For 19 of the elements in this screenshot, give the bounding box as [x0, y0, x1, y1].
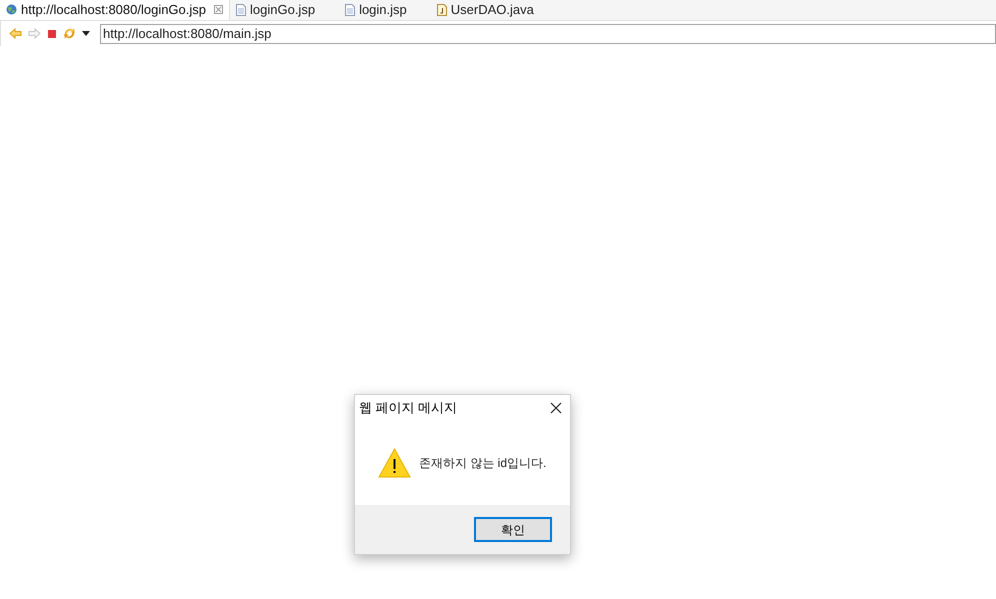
back-icon[interactable]	[9, 28, 22, 39]
editor-tab[interactable]: http://localhost:8080/loginGo.jsp	[0, 0, 230, 20]
editor-tab[interactable]: loginGo.jsp	[230, 0, 322, 20]
ok-button[interactable]: 확인	[474, 517, 552, 542]
dialog-title: 웹 페이지 메시지	[359, 399, 458, 418]
stop-icon[interactable]	[47, 28, 57, 38]
close-icon[interactable]	[550, 402, 562, 414]
warning-icon	[378, 448, 411, 478]
java-file-icon	[436, 4, 447, 16]
dialog-message: 존재하지 않는 id입니다.	[419, 455, 546, 472]
address-field[interactable]: http://localhost:8080/main.jsp	[100, 24, 996, 44]
refresh-icon[interactable]	[63, 27, 76, 40]
dropdown-icon[interactable]	[82, 31, 90, 36]
file-icon	[345, 4, 356, 16]
file-icon	[236, 4, 246, 16]
editor-tab[interactable]: UserDAO.java	[430, 0, 540, 20]
editor-tab[interactable]: login.jsp	[339, 0, 413, 20]
globe-icon	[6, 4, 17, 15]
forward-icon[interactable]	[28, 28, 41, 39]
